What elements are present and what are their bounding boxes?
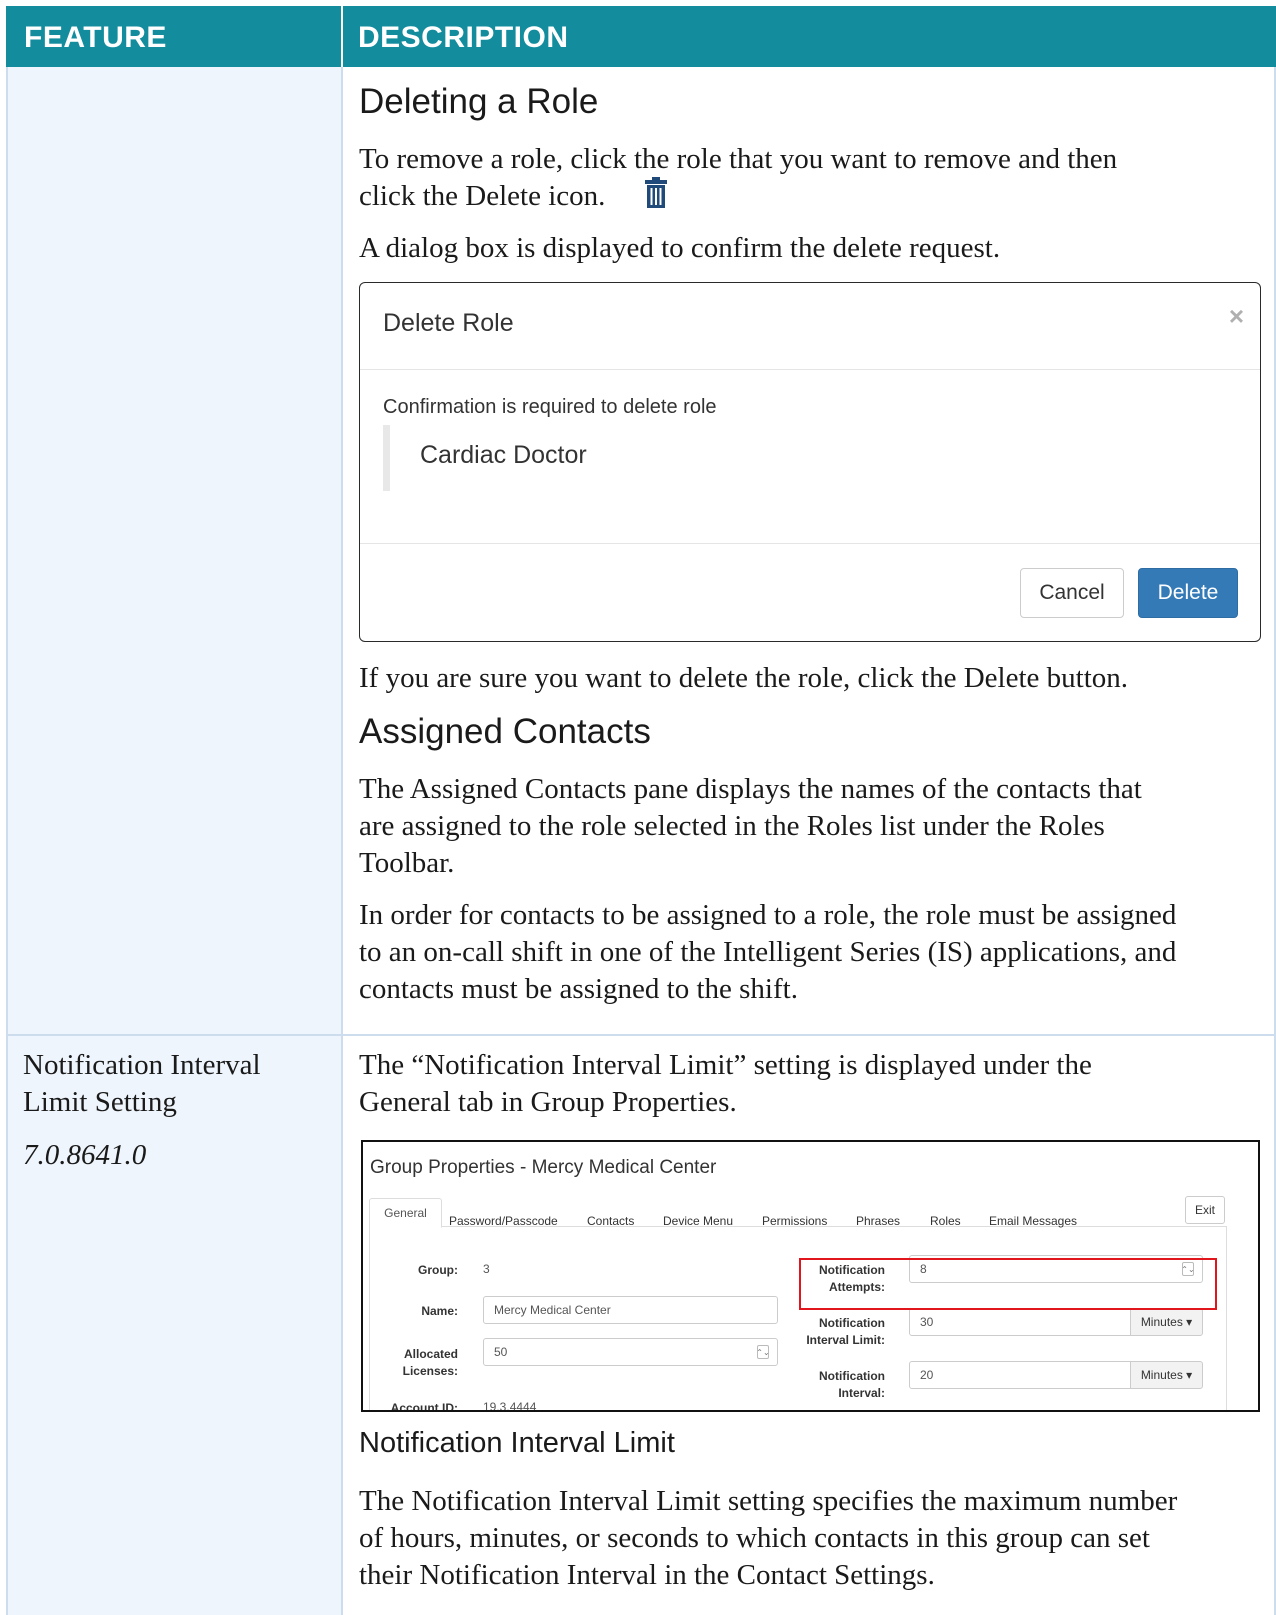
cancel-button[interactable]: Cancel <box>1020 568 1124 618</box>
paragraph-line: General tab in Group Properties. <box>359 1086 737 1118</box>
paragraph-line: The Notification Interval Limit setting … <box>359 1485 1178 1517</box>
tab-password-passcode[interactable]: Password/Passcode <box>449 1214 558 1228</box>
paragraph-line: To remove a role, click the role that yo… <box>359 143 1118 175</box>
deleting-role-heading: Deleting a Role <box>359 82 599 121</box>
tab-contacts[interactable]: Contacts <box>587 1214 634 1228</box>
tab-device-menu[interactable]: Device Menu <box>663 1214 733 1228</box>
allocated-licenses-value: 50 <box>494 1345 508 1359</box>
paragraph-line: contacts must be assigned to the shift. <box>359 973 798 1005</box>
role-name: Cardiac Doctor <box>420 441 587 469</box>
blockquote-bar <box>383 425 390 491</box>
allocated-licenses-field[interactable]: 50 ⌃⌄ <box>483 1338 778 1366</box>
paragraph-line: If you are sure you want to delete the r… <box>359 662 1129 694</box>
allocated-licenses-label: Allocated Licenses: <box>402 1347 458 1378</box>
account-id-value: 19.3.4444 <box>483 1400 537 1412</box>
description-column-header: DESCRIPTION <box>358 21 569 54</box>
group-properties-screenshot: Group Properties - Mercy Medical Center … <box>361 1140 1260 1412</box>
paragraph-line: Toolbar. <box>359 847 455 879</box>
tab-roles[interactable]: Roles <box>930 1214 961 1228</box>
panel-border <box>1226 1226 1227 1410</box>
delete-button[interactable]: Delete <box>1138 568 1238 618</box>
group-label: Group: <box>418 1263 458 1277</box>
document-page: FEATURE DESCRIPTION Deleting a Role To r… <box>0 0 1276 1615</box>
highlight-box <box>799 1258 1217 1310</box>
paragraph-line: click the Delete icon. <box>359 180 606 212</box>
paragraph-line: their Notification Interval in the Conta… <box>359 1559 935 1591</box>
notification-interval-limit-value: 30 <box>920 1315 934 1329</box>
paragraph-line: The “Notification Interval Limit” settin… <box>359 1049 1092 1081</box>
tab-phrases[interactable]: Phrases <box>856 1214 900 1228</box>
notification-interval-limit-subheading: Notification Interval Limit <box>359 1427 675 1459</box>
notification-interval-field[interactable]: 20 <box>909 1361 1131 1389</box>
column-divider <box>341 67 343 1615</box>
group-value: 3 <box>483 1262 490 1276</box>
dialog-divider <box>360 543 1260 544</box>
table-left-border <box>6 67 8 1615</box>
paragraph-line: of hours, minutes, or seconds to which c… <box>359 1522 1150 1554</box>
tab-general[interactable]: General <box>369 1198 442 1228</box>
tab-email-messages[interactable]: Email Messages <box>989 1214 1077 1228</box>
group-properties-title: Group Properties - Mercy Medical Center <box>370 1157 717 1178</box>
table-header: FEATURE DESCRIPTION <box>6 6 1276 67</box>
header-divider <box>341 6 343 67</box>
name-label: Name: <box>421 1304 458 1318</box>
assigned-contacts-heading: Assigned Contacts <box>359 712 651 751</box>
paragraph-line: The Assigned Contacts pane displays the … <box>359 773 1142 805</box>
row-divider <box>6 1034 1276 1036</box>
feature-column-header: FEATURE <box>24 21 167 54</box>
feature-name-line: Limit Setting <box>23 1086 177 1118</box>
name-field-value: Mercy Medical Center <box>494 1303 611 1317</box>
close-icon[interactable]: × <box>1229 301 1244 332</box>
dialog-message: Confirmation is required to delete role <box>383 396 717 418</box>
delete-role-dialog-screenshot: Delete Role × Confirmation is required t… <box>359 282 1261 642</box>
interval-limit-unit-dropdown[interactable]: Minutes ▾ <box>1130 1308 1203 1336</box>
notification-interval-value: 20 <box>920 1368 934 1382</box>
paragraph-line: to an on-call shift in one of the Intell… <box>359 936 1177 968</box>
feature-column-background <box>8 67 341 1615</box>
notification-interval-limit-label: Notification Interval Limit: <box>806 1316 885 1347</box>
dialog-title: Delete Role <box>383 309 514 337</box>
account-id-label: Account ID: <box>390 1401 458 1412</box>
spinner-icon[interactable]: ⌃⌄ <box>756 1345 770 1359</box>
exit-button[interactable]: Exit <box>1185 1196 1225 1224</box>
paragraph-line: are assigned to the role selected in the… <box>359 810 1105 842</box>
panel-border <box>369 1226 370 1410</box>
notification-interval-label: Notification Interval: <box>819 1369 885 1400</box>
paragraph-line: In order for contacts to be assigned to … <box>359 899 1177 931</box>
version-number: 7.0.8641.0 <box>23 1139 147 1171</box>
trash-icon <box>645 177 667 208</box>
tab-permissions[interactable]: Permissions <box>762 1214 827 1228</box>
dialog-divider <box>360 369 1260 370</box>
feature-name-line: Notification Interval <box>23 1049 261 1081</box>
paragraph-line: A dialog box is displayed to confirm the… <box>359 232 1001 264</box>
name-field[interactable]: Mercy Medical Center <box>483 1296 778 1324</box>
interval-unit-dropdown[interactable]: Minutes ▾ <box>1130 1361 1203 1389</box>
notification-interval-limit-field[interactable]: 30 <box>909 1308 1131 1336</box>
